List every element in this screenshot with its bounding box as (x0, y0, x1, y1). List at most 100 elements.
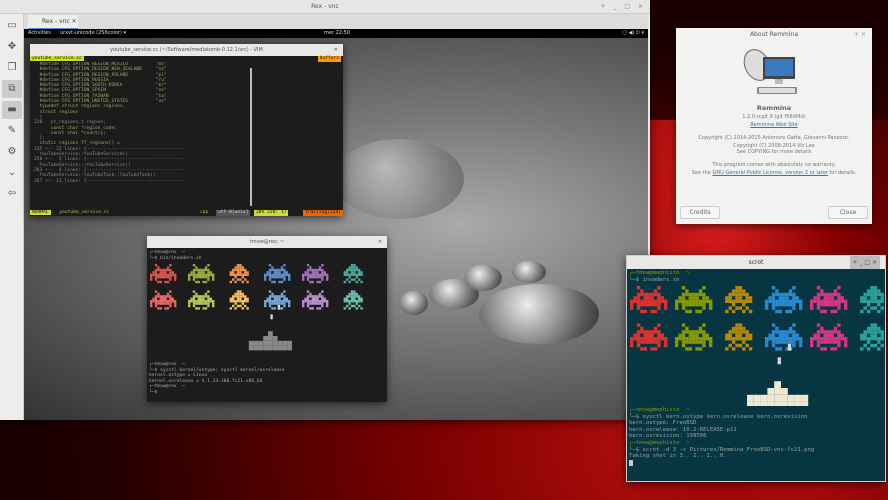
invader (810, 323, 848, 351)
window-titlebar[interactable]: Rex - vnc + _ □ ✕ (0, 0, 650, 14)
grab-keyboard-icon[interactable]: ▬ (2, 101, 22, 119)
close-icon[interactable]: ✕ (334, 44, 338, 56)
disconnect-icon[interactable]: ⇦ (2, 185, 22, 203)
prompt-line: ┌─tmow@mephisto ~ (629, 270, 690, 276)
invader (630, 286, 668, 314)
invader (188, 264, 215, 284)
invader (765, 286, 803, 314)
terminal-line: kern.osrelease: 10.2-RELEASE-p11 (629, 426, 737, 433)
clock[interactable]: mer 22:50 (324, 29, 350, 38)
terminal-line: kern.ostype: FreeBSD (629, 420, 697, 427)
terminal-line: └─$ scrot -d 3 -c Pictures/Remmina_FreeB… (629, 446, 815, 453)
remmina-logo (743, 49, 797, 94)
dialog-title: About Remmina (749, 31, 799, 38)
invader (229, 264, 249, 284)
license-text: for details. (827, 170, 857, 176)
invader (860, 286, 884, 314)
invader (229, 290, 249, 310)
tab-label: Rex - vnc (42, 18, 70, 25)
copyright-line: See COPYING for more details (736, 149, 812, 155)
fullscreen-icon[interactable]: ▭ (2, 17, 22, 35)
invader (725, 286, 753, 314)
invader (188, 290, 215, 310)
preferences-icon[interactable]: ⚙ (2, 143, 22, 161)
resize-icon[interactable]: ✥ (2, 38, 22, 56)
copyright-line: Copyright (C) 2014-2015 Antenore Gatta, … (698, 135, 850, 141)
water-drop (464, 265, 502, 291)
invader (150, 264, 177, 284)
terminal-line: kern.osrevision: 199506 (629, 433, 707, 440)
vim-titlebar[interactable]: youtube_service.cc (~/Software/mediatomb… (30, 44, 343, 56)
minimize-icon[interactable]: ⌄ (2, 164, 22, 182)
toolbar-sidebar: ▭ ✥ ❐ ⧉ ▬ ✎ ⚙ ⌄ ⇦ (0, 14, 24, 420)
close-button[interactable]: Close (828, 206, 868, 219)
vim-tab[interactable]: youtube_service.cc (30, 56, 84, 61)
invader (725, 323, 753, 351)
invader (860, 323, 884, 351)
terminal-line: └─$ sysctl kern.ostype kern.osrelease ke… (629, 413, 808, 420)
water-drop (479, 284, 599, 344)
water-drop (400, 291, 428, 315)
terminal-output[interactable]: ┌─tmow@mephisto ~ └─$ sysctl kern.ostype … (627, 406, 816, 467)
license-text: See the (691, 170, 713, 176)
vim-filetype: cpp (200, 210, 209, 215)
terminal-rex-window: tmow@rex: ~ ✕ ┌─tmow@rex ~ └─$ bin/invader… (147, 236, 387, 402)
terminal-titlebar[interactable]: tmow@rex: ~ ✕ (147, 236, 387, 248)
window-controls[interactable]: + _ □ ✕ (601, 0, 646, 14)
invader (343, 264, 363, 284)
warranty-text: This program comes with absolutely no wa… (712, 162, 836, 168)
close-tab-icon[interactable]: ✕ (72, 18, 77, 25)
invader (150, 290, 177, 310)
terminal-title: tmow@rex: ~ (249, 239, 285, 245)
vim-statusline: NORMAL youtube_service.cc cpp utf-8[unix… (30, 210, 343, 216)
terminal-output-bottom: ┌─tmow@rex ~ └─$ sysctl kernel/ostype; sy… (147, 360, 287, 397)
about-remmina-dialog: About Remmina + ✕ Remmina 1.2.0-rcgit.9 (… (676, 28, 872, 224)
vim-status-file: youtube_service.cc (59, 210, 110, 215)
vim-warning: trailing[224] (303, 210, 343, 216)
activities-button[interactable]: Activities (28, 29, 51, 38)
vim-mode: NORMAL (30, 210, 51, 215)
vim-encoding: utf-8[unix] (216, 210, 251, 216)
app-menu[interactable]: urxvt-unicode (256color) ▾ (60, 29, 126, 38)
vim-scrollbar[interactable] (250, 68, 252, 206)
gnome-top-bar: Activities urxvt-unicode (256color) ▾ me… (24, 29, 648, 38)
scrot-terminal-window: scrot + _ □ ✕ ┌─tmow@mephisto ~ └─$ invade… (626, 255, 886, 482)
license-link[interactable]: GNU General Public License, version 2 or… (712, 170, 828, 176)
water-drop (512, 261, 546, 283)
switch-tab-icon[interactable]: ❐ (2, 59, 22, 77)
dialog-titlebar[interactable]: About Remmina + ✕ (676, 28, 872, 41)
app-name: Remmina (756, 104, 792, 112)
system-tray[interactable]: ▢ ◀) ⏻ ▾ (622, 29, 644, 38)
invader (264, 264, 291, 284)
tools-icon[interactable]: ✎ (2, 122, 22, 140)
invader (264, 290, 291, 310)
window-title: Rex - vnc (311, 3, 339, 10)
vim-window: youtube_service.cc (~/Software/mediatomb… (30, 44, 343, 216)
player-ship (248, 304, 292, 351)
invaders-graphic (630, 286, 884, 406)
terminal-cursor (629, 459, 633, 466)
invader (343, 290, 363, 310)
invader (810, 286, 848, 314)
command-line: └─$ invaders.sh (629, 276, 680, 283)
invader (675, 286, 713, 314)
close-icon[interactable]: + ✕ (854, 28, 866, 41)
window-controls[interactable]: + _ □ ✕ (849, 256, 880, 269)
scale-icon[interactable]: ⧉ (2, 80, 22, 98)
credits-button[interactable]: Credits (680, 206, 720, 219)
terminal-line: └─$ (149, 389, 158, 395)
terminal-output-top: ┌─tmow@rex ~ └─$ bin/invaders.sh (147, 248, 387, 263)
tab-rex-vnc[interactable]: Rex - vnc ✕ (28, 15, 78, 29)
invaders-graphic (150, 264, 363, 351)
close-icon[interactable]: ✕ (378, 236, 382, 248)
terminal-line: ┌─tmow@mephisto ~ (629, 439, 690, 446)
terminal-title: scrot (748, 259, 764, 266)
website-link[interactable]: Remmina Web Site (750, 122, 797, 128)
terminal-line: Taking shot in 3.. 2.. 1.. 0. (629, 453, 727, 460)
terminal-titlebar[interactable]: scrot + _ □ ✕ (627, 256, 885, 269)
invader (302, 264, 329, 284)
invader (675, 323, 713, 351)
vim-position: 26% 228: 17 (254, 210, 289, 216)
invader (765, 323, 803, 351)
vim-editor[interactable]: #define CFG_OPTION_REGION_MEXICO "mx" #d… (30, 62, 343, 210)
